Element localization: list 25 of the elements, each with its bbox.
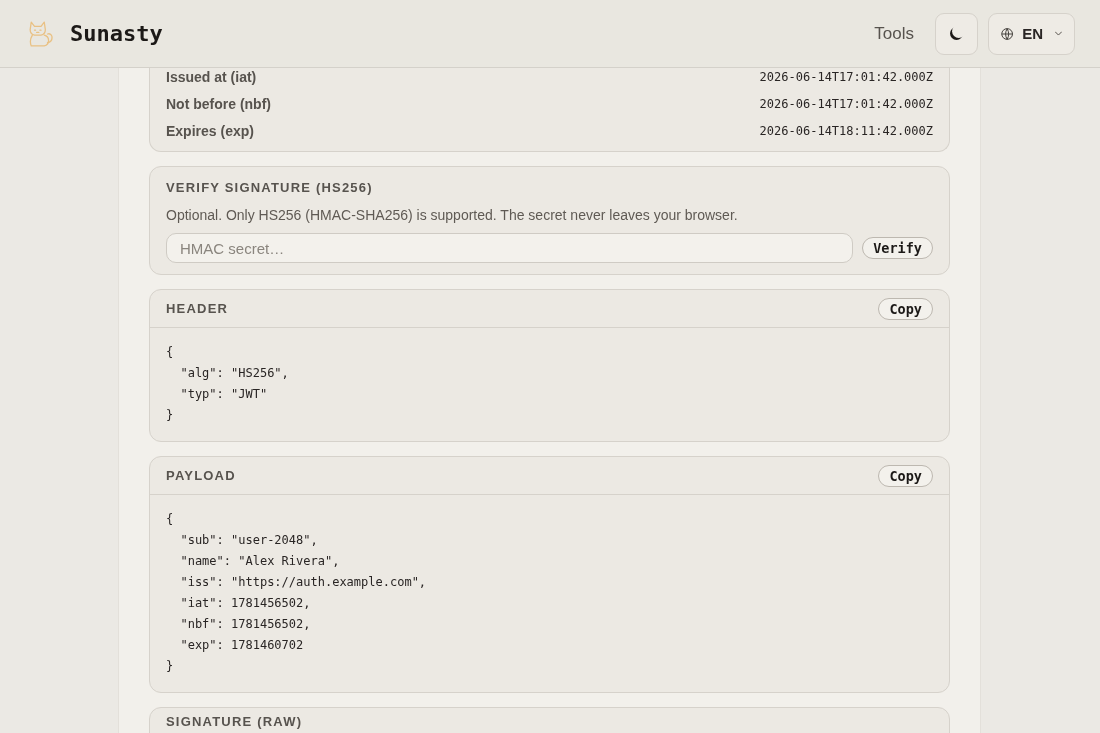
brand-name: Sunasty [70,21,163,46]
moon-icon [950,27,963,40]
globe-icon [1001,25,1014,42]
section-title: PAYLOAD [166,467,236,484]
verify-button[interactable]: Verify [862,237,933,259]
claim-label: Expires (exp) [166,122,254,139]
language-button[interactable]: EN [988,12,1075,55]
claim-label: Not before (nbf) [166,95,271,112]
copy-button[interactable]: Copy [878,464,933,487]
verify-description: Optional. Only HS256 (HMAC-SHA256) is supported. The secret never leaves your browser. [166,206,738,224]
claim-label: Issued at (iat) [166,68,257,85]
copy-button[interactable]: Copy [878,297,933,320]
claim-value: 2026-06-14T17:01:42.000Z [759,96,933,111]
claim-value: 2026-06-14T18:11:42.000Z [759,123,933,138]
chevron-down-icon [1055,31,1062,36]
secret-input[interactable]: HMAC secret… [166,233,854,263]
theme-toggle-button[interactable] [935,12,978,55]
section-title: SIGNATURE (RAW) [166,715,304,729]
json-code: { "sub": "user-2048", "name": "Alex Rivera", "iss": "https://auth.example.com", "iat": 1781456502, "nbf": 1781456502, "exp": 1781460702 } [166,511,428,675]
claim-value: 2026-06-14T17:01:42.000Z [759,69,933,84]
section-title: VERIFY SIGNATURE (HS256) [166,180,373,196]
json-code: { "alg": "HS256", "typ": "JWT" } [166,344,290,424]
cat-logo-icon [29,20,53,47]
section-title: HEADER [166,300,229,317]
tools-link[interactable]: Tools [874,23,914,44]
